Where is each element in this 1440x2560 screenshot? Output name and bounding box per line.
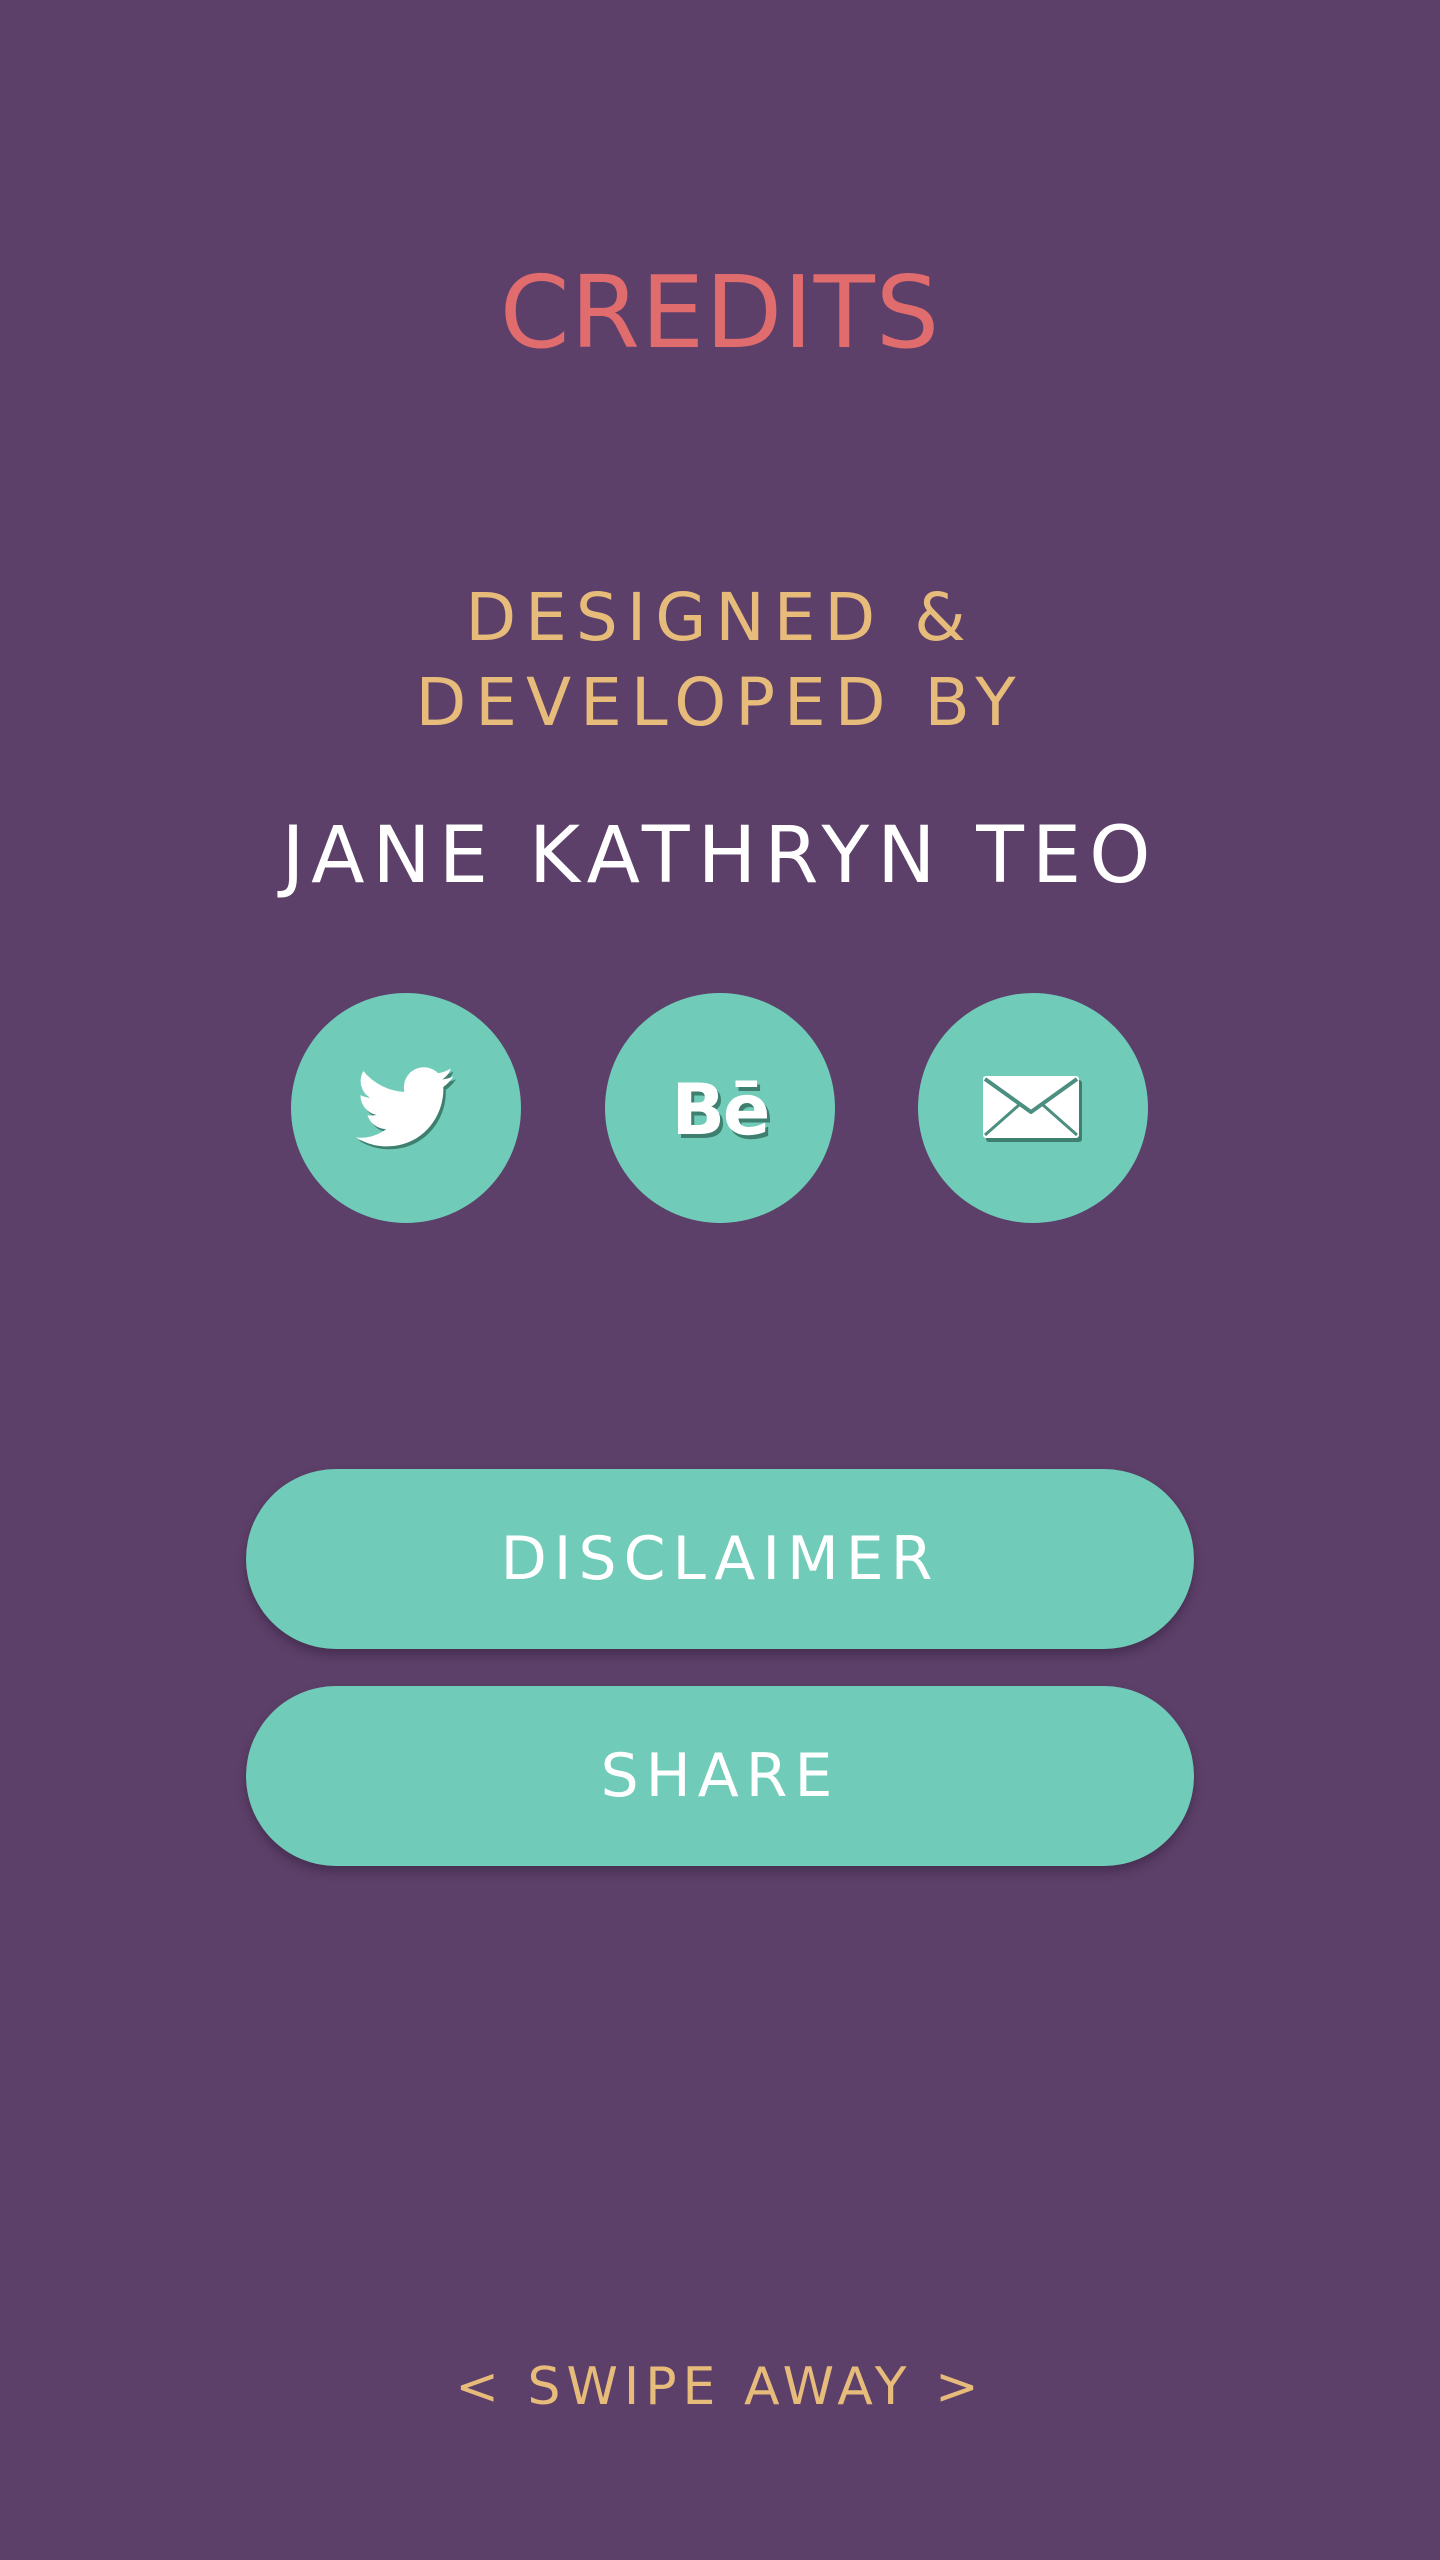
twitter-bird-icon [356,1067,456,1150]
swipe-hint: < SWIPE AWAY > [455,2357,985,2417]
envelope-icon [983,1076,1082,1142]
designed-by-line-1: DESIGNED & [465,579,975,656]
email-button[interactable] [918,993,1148,1223]
designed-by-heading: DESIGNED & DEVELOPED BY [0,575,1440,745]
share-button[interactable]: SHARE [246,1686,1194,1866]
twitter-button[interactable] [291,993,521,1223]
disclaimer-button[interactable]: DISCLAIMER [246,1469,1194,1649]
page-title: CREDITS [499,254,941,371]
designed-by-line-2: DEVELOPED BY [415,664,1025,741]
social-links: Bē [0,993,1440,1223]
behance-button[interactable]: Bē [605,993,835,1223]
author-name: JANE KATHRYN TEO [281,811,1159,901]
behance-icon: Bē [671,1069,771,1151]
